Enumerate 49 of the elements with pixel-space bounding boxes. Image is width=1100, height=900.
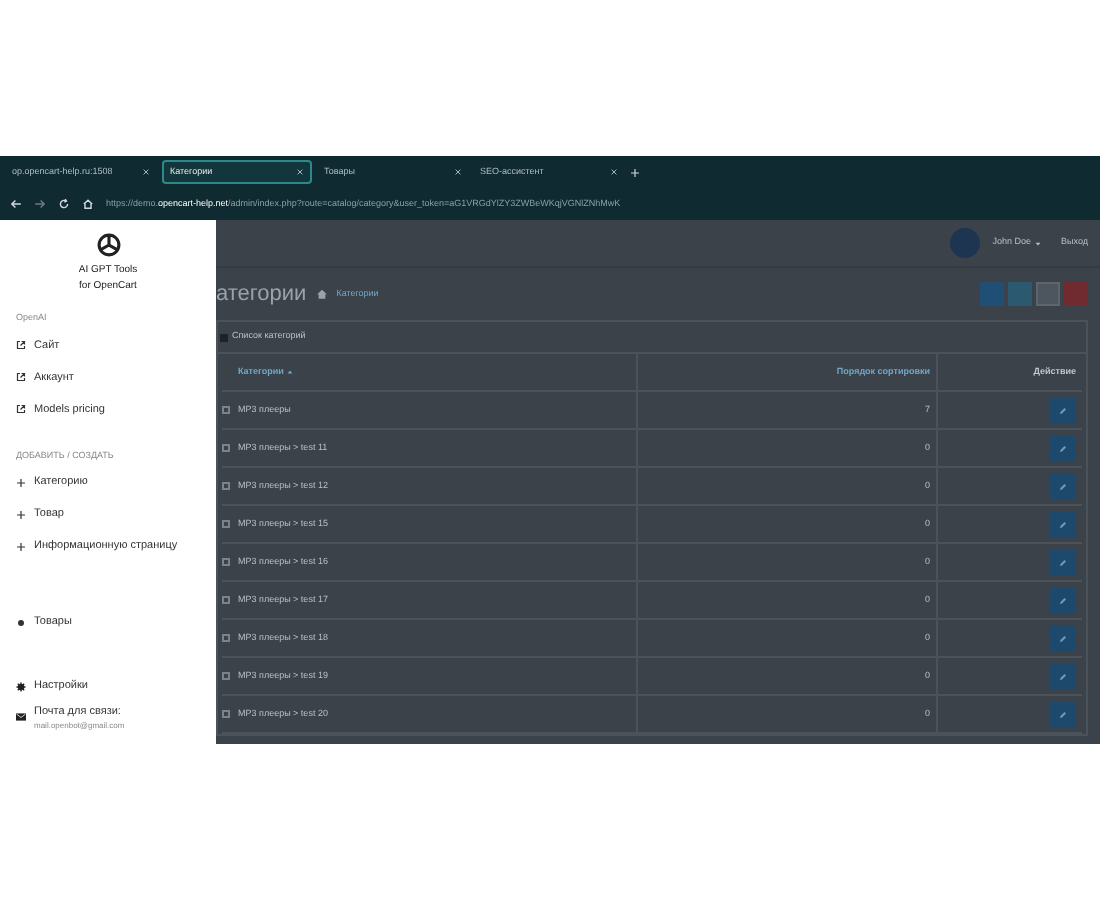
page-title: атегории [216, 279, 307, 310]
logo-icon [95, 232, 121, 258]
row-checkbox[interactable] [222, 444, 230, 452]
plus-icon [16, 478, 26, 488]
edit-button[interactable] [1050, 397, 1076, 423]
edit-button[interactable] [1050, 701, 1076, 727]
pencil-icon [1058, 595, 1068, 605]
plus-icon [16, 542, 26, 552]
gear-icon [16, 682, 26, 692]
pencil-icon [1058, 633, 1068, 643]
home-icon[interactable] [82, 198, 94, 210]
back-icon[interactable] [10, 198, 22, 210]
pencil-icon [1058, 519, 1068, 529]
external-link-icon [16, 372, 26, 383]
dot-icon [16, 618, 26, 628]
list-icon [220, 333, 228, 341]
plus-icon [16, 510, 26, 520]
external-link-icon [16, 340, 26, 351]
reload-icon[interactable] [58, 198, 70, 210]
pencil-icon [1058, 481, 1068, 491]
row-checkbox[interactable] [222, 672, 230, 680]
row-checkbox[interactable] [222, 482, 230, 490]
close-icon[interactable] [296, 168, 304, 176]
external-link-icon [16, 404, 26, 415]
edit-button[interactable] [1050, 625, 1076, 651]
pencil-icon [1058, 405, 1068, 415]
close-icon[interactable] [142, 168, 150, 176]
pencil-icon [1058, 709, 1068, 719]
pencil-icon [1058, 443, 1068, 453]
row-checkbox[interactable] [222, 634, 230, 642]
row-checkbox[interactable] [222, 520, 230, 528]
row-checkbox[interactable] [222, 596, 230, 604]
edit-button[interactable] [1050, 473, 1076, 499]
row-checkbox[interactable] [222, 710, 230, 718]
new-tab-icon[interactable] [630, 167, 640, 177]
edit-button[interactable] [1050, 663, 1076, 689]
edit-button[interactable] [1050, 587, 1076, 613]
edit-button[interactable] [1050, 511, 1076, 537]
mail-icon [16, 712, 26, 723]
forward-icon[interactable] [34, 198, 46, 210]
close-icon[interactable] [610, 168, 618, 176]
avatar-icon [950, 228, 981, 258]
edit-button[interactable] [1050, 549, 1076, 575]
edit-button[interactable] [1050, 435, 1076, 461]
row-checkbox[interactable] [222, 406, 230, 414]
row-checkbox[interactable] [222, 558, 230, 566]
pencil-icon [1058, 557, 1068, 567]
close-icon[interactable] [454, 168, 462, 176]
pencil-icon [1058, 671, 1068, 681]
